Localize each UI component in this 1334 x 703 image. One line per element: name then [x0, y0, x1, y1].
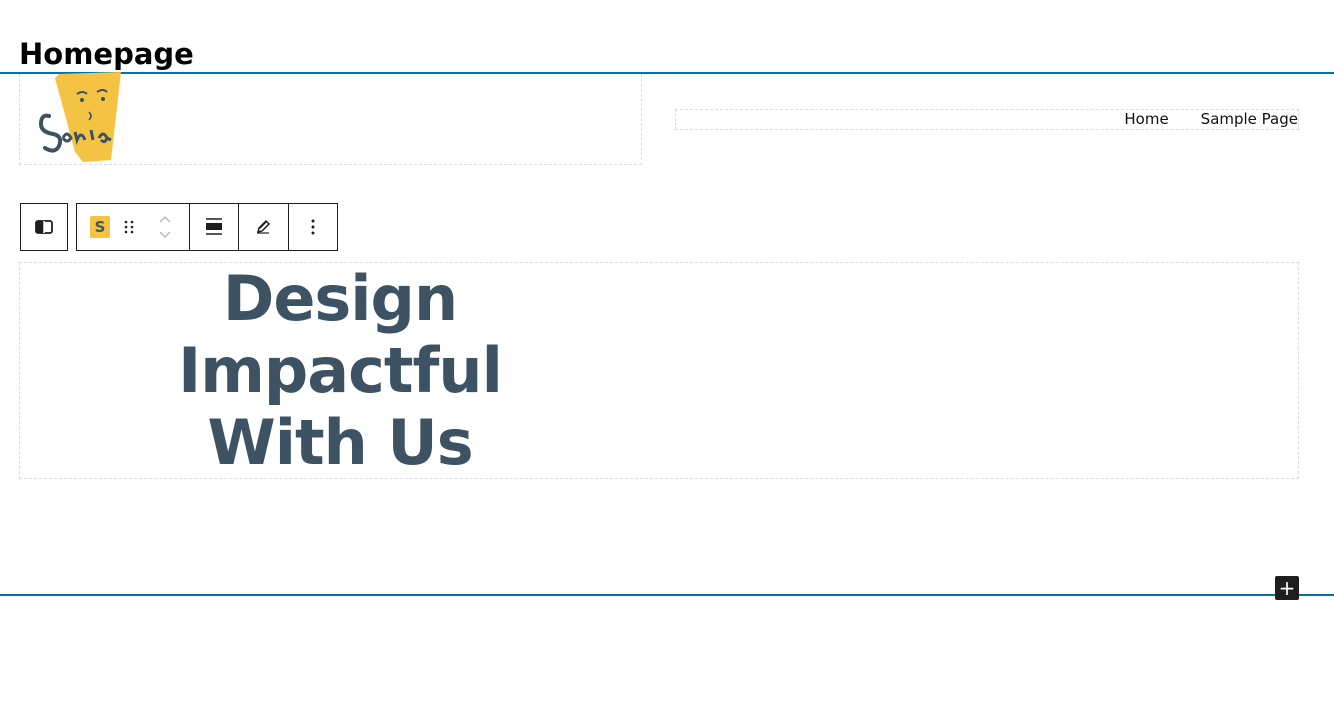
page-title[interactable]: Homepage: [19, 34, 194, 74]
align-button[interactable]: [190, 204, 240, 250]
block-type-button[interactable]: S: [90, 216, 110, 238]
hero-heading[interactable]: Design Impactful With Us: [20, 263, 660, 479]
template-part-bottom-border: [0, 594, 1334, 596]
navigation-block[interactable]: Home Sample Page: [675, 109, 1299, 130]
site-logo-block[interactable]: [19, 72, 642, 165]
pencil-icon: [257, 219, 271, 234]
block-mover: [159, 215, 171, 239]
editor-canvas: Homepage Home Sample Page S Design Impac…: [0, 0, 1334, 703]
select-parent-button[interactable]: [20, 203, 68, 251]
heading-line: With Us: [207, 406, 473, 479]
add-block-button[interactable]: +: [1275, 576, 1299, 600]
drag-handle-icon[interactable]: [124, 220, 134, 234]
columns-icon: [35, 220, 53, 234]
sonia-logo[interactable]: [37, 72, 127, 164]
heading-line: Impactful: [178, 334, 503, 407]
heading-line: Design: [222, 262, 458, 335]
align-center-icon: [205, 218, 222, 235]
block-switcher-group: S: [77, 204, 190, 250]
more-options-button[interactable]: [289, 204, 337, 250]
block-toolbar: S: [76, 203, 338, 251]
edit-button[interactable]: [239, 204, 289, 250]
nav-link-home[interactable]: Home: [1124, 110, 1168, 129]
nav-link-sample-page[interactable]: Sample Page: [1201, 110, 1298, 129]
chevron-down-icon: [159, 231, 171, 239]
columns-block[interactable]: Design Impactful With Us: [19, 262, 1299, 479]
more-vertical-icon: [311, 219, 315, 235]
chevron-up-icon: [159, 215, 171, 223]
